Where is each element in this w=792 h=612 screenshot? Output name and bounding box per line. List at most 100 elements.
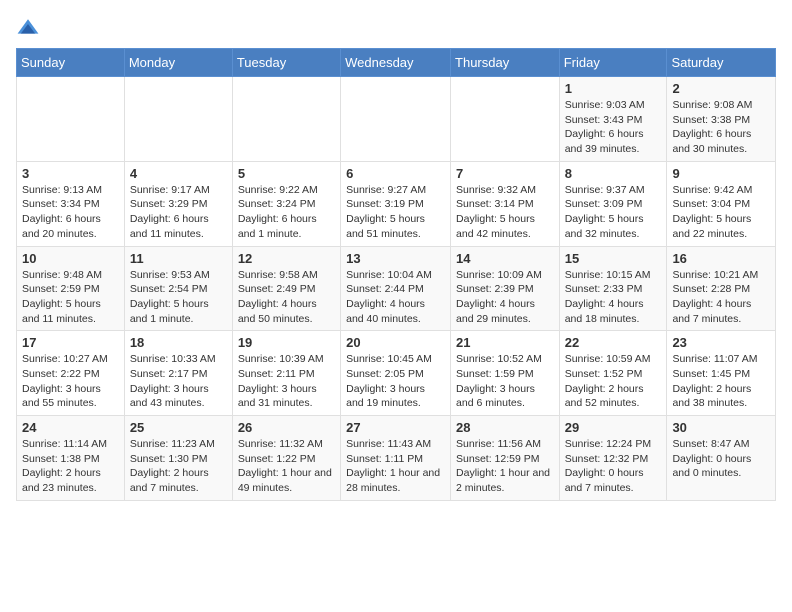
calendar-cell: 11Sunrise: 9:53 AMSunset: 2:54 PMDayligh… — [124, 246, 232, 331]
calendar-cell: 15 Sunrise: 10:15 AMSunset: 2:33 PMDaylig… — [559, 246, 667, 331]
calendar-cell: 3 Sunrise: 9:13 AMSunset: 3:34 PMDaylight… — [17, 161, 125, 246]
day-info: Sunrise: 11:07 AMSunset: 1:45 PMDaylight… — [672, 352, 770, 411]
weekday-header-wednesday: Wednesday — [341, 49, 451, 77]
calendar-week-5: 24 Sunrise: 11:14 AMSunset: 1:38 PMDaylig… — [17, 416, 776, 501]
day-info: Sunrise: 9:37 AMSunset: 3:09 PMDaylight:… — [565, 183, 662, 242]
calendar-cell: 14Sunrise: 10:09 AMSunset: 2:39 PMDaylig… — [451, 246, 560, 331]
day-number: 8 — [565, 166, 662, 181]
weekday-row: SundayMondayTuesdayWednesdayThursdayFrid… — [17, 49, 776, 77]
calendar-cell: 23 Sunrise: 11:07 AMSunset: 1:45 PMDaylig… — [667, 331, 776, 416]
day-info: Sunrise: 11:43 AMSunset: 1:11 PMDaylight… — [346, 437, 445, 496]
day-number: 29 — [565, 420, 662, 435]
calendar-cell: 25 Sunrise: 11:23 AMSunset: 1:30 PMDaylig… — [124, 416, 232, 501]
day-info: Sunrise: 9:17 AMSunset: 3:29 PMDaylight:… — [130, 183, 227, 242]
day-info: Sunrise: 11:14 AMSunset: 1:38 PMDaylight… — [22, 437, 119, 496]
calendar-cell: 29 Sunrise: 12:24 PMSunset: 12:32 PMDayli… — [559, 416, 667, 501]
calendar-cell — [17, 77, 125, 162]
day-number: 27 — [346, 420, 445, 435]
day-number: 3 — [22, 166, 119, 181]
weekday-header-thursday: Thursday — [451, 49, 560, 77]
day-info: Sunrise: 12:24 PMSunset: 12:32 PMDayligh… — [565, 437, 662, 496]
day-info: Sunrise: 9:27 AMSunset: 3:19 PMDaylight:… — [346, 183, 445, 242]
calendar-cell: 30 Sunset: 8:47 AMDaylight: 0 hours and 0… — [667, 416, 776, 501]
calendar-cell: 4 Sunrise: 9:17 AMSunset: 3:29 PMDaylight… — [124, 161, 232, 246]
day-number: 18 — [130, 335, 227, 350]
day-number: 25 — [130, 420, 227, 435]
day-info: Sunrise: 10:59 AMSunset: 1:52 PMDaylight… — [565, 352, 662, 411]
calendar-cell — [232, 77, 340, 162]
day-info: Sunrise: 9:48 AMSunset: 2:59 PMDaylight:… — [22, 268, 119, 327]
calendar-cell — [124, 77, 232, 162]
day-number: 21 — [456, 335, 554, 350]
day-number: 26 — [238, 420, 335, 435]
calendar-cell: 24 Sunrise: 11:14 AMSunset: 1:38 PMDaylig… — [17, 416, 125, 501]
calendar-week-1: 1 Sunrise: 9:03 AMSunset: 3:43 PMDaylight… — [17, 77, 776, 162]
calendar-week-3: 10 Sunrise: 9:48 AMSunset: 2:59 PMDayligh… — [17, 246, 776, 331]
day-info: Sunrise: 9:08 AMSunset: 3:38 PMDaylight:… — [672, 98, 770, 157]
calendar-cell: 22 Sunrise: 10:59 AMSunset: 1:52 PMDaylig… — [559, 331, 667, 416]
day-number: 30 — [672, 420, 770, 435]
day-info: Sunrise: 11:23 AMSunset: 1:30 PMDaylight… — [130, 437, 227, 496]
calendar-cell: 8 Sunrise: 9:37 AMSunset: 3:09 PMDaylight… — [559, 161, 667, 246]
day-number: 9 — [672, 166, 770, 181]
weekday-header-monday: Monday — [124, 49, 232, 77]
day-info: Sunrise: 9:58 AMSunset: 2:49 PMDaylight:… — [238, 268, 335, 327]
weekday-header-friday: Friday — [559, 49, 667, 77]
calendar-cell: 12 Sunrise: 9:58 AMSunset: 2:49 PMDayligh… — [232, 246, 340, 331]
day-number: 12 — [238, 251, 335, 266]
day-number: 2 — [672, 81, 770, 96]
logo — [16, 16, 44, 40]
day-info: Sunrise: 9:03 AMSunset: 3:43 PMDaylight:… — [565, 98, 662, 157]
page-header — [16, 16, 776, 40]
calendar-cell: 17Sunrise: 10:27 AMSunset: 2:22 PMDaylig… — [17, 331, 125, 416]
calendar-cell: 28 Sunrise: 11:56 AMSunset: 12:59 PMDayli… — [451, 416, 560, 501]
day-number: 10 — [22, 251, 119, 266]
calendar-cell: 6 Sunrise: 9:27 AMSunset: 3:19 PMDaylight… — [341, 161, 451, 246]
logo-icon — [16, 16, 40, 40]
calendar-cell — [451, 77, 560, 162]
day-number: 22 — [565, 335, 662, 350]
day-number: 19 — [238, 335, 335, 350]
day-number: 14 — [456, 251, 554, 266]
day-number: 11 — [130, 251, 227, 266]
day-number: 4 — [130, 166, 227, 181]
day-number: 20 — [346, 335, 445, 350]
day-info: Sunrise: 9:13 AMSunset: 3:34 PMDaylight:… — [22, 183, 119, 242]
day-number: 16 — [672, 251, 770, 266]
day-info: Sunrise: 10:45 AMSunset: 2:05 PMDaylight… — [346, 352, 445, 411]
calendar-cell: 19Sunrise: 10:39 AMSunset: 2:11 PMDaylig… — [232, 331, 340, 416]
calendar-cell: 20 Sunrise: 10:45 AMSunset: 2:05 PMDaylig… — [341, 331, 451, 416]
day-number: 24 — [22, 420, 119, 435]
calendar-cell: 27 Sunrise: 11:43 AMSunset: 1:11 PMDaylig… — [341, 416, 451, 501]
day-info: Sunrise: 11:32 AMSunset: 1:22 PMDaylight… — [238, 437, 335, 496]
day-info: Sunrise: 10:52 AMSunset: 1:59 PMDaylight… — [456, 352, 554, 411]
calendar-week-2: 3 Sunrise: 9:13 AMSunset: 3:34 PMDaylight… — [17, 161, 776, 246]
day-number: 5 — [238, 166, 335, 181]
calendar-cell: 16Sunrise: 10:21 AMSunset: 2:28 PMDaylig… — [667, 246, 776, 331]
calendar-cell: 7Sunrise: 9:32 AMSunset: 3:14 PMDaylight… — [451, 161, 560, 246]
weekday-header-sunday: Sunday — [17, 49, 125, 77]
weekday-header-saturday: Saturday — [667, 49, 776, 77]
calendar-week-4: 17Sunrise: 10:27 AMSunset: 2:22 PMDaylig… — [17, 331, 776, 416]
day-number: 1 — [565, 81, 662, 96]
day-info: Sunset: 8:47 AMDaylight: 0 hours and 0 m… — [672, 437, 770, 481]
calendar-cell: 2 Sunrise: 9:08 AMSunset: 3:38 PMDaylight… — [667, 77, 776, 162]
day-info: Sunrise: 10:04 AMSunset: 2:44 PMDaylight… — [346, 268, 445, 327]
calendar-cell: 5 Sunrise: 9:22 AMSunset: 3:24 PMDaylight… — [232, 161, 340, 246]
day-number: 13 — [346, 251, 445, 266]
calendar-cell: 1 Sunrise: 9:03 AMSunset: 3:43 PMDaylight… — [559, 77, 667, 162]
day-number: 6 — [346, 166, 445, 181]
day-number: 28 — [456, 420, 554, 435]
weekday-header-tuesday: Tuesday — [232, 49, 340, 77]
calendar-header: SundayMondayTuesdayWednesdayThursdayFrid… — [17, 49, 776, 77]
day-number: 15 — [565, 251, 662, 266]
calendar-cell: 18 Sunrise: 10:33 AMSunset: 2:17 PMDaylig… — [124, 331, 232, 416]
day-info: Sunrise: 10:33 AMSunset: 2:17 PMDaylight… — [130, 352, 227, 411]
day-info: Sunrise: 9:22 AMSunset: 3:24 PMDaylight:… — [238, 183, 335, 242]
day-info: Sunrise: 11:56 AMSunset: 12:59 PMDayligh… — [456, 437, 554, 496]
calendar-cell: 13 Sunrise: 10:04 AMSunset: 2:44 PMDaylig… — [341, 246, 451, 331]
day-info: Sunrise: 10:27 AMSunset: 2:22 PMDaylight… — [22, 352, 119, 411]
day-info: Sunrise: 10:15 AMSunset: 2:33 PMDaylight… — [565, 268, 662, 327]
day-number: 23 — [672, 335, 770, 350]
day-number: 7 — [456, 166, 554, 181]
